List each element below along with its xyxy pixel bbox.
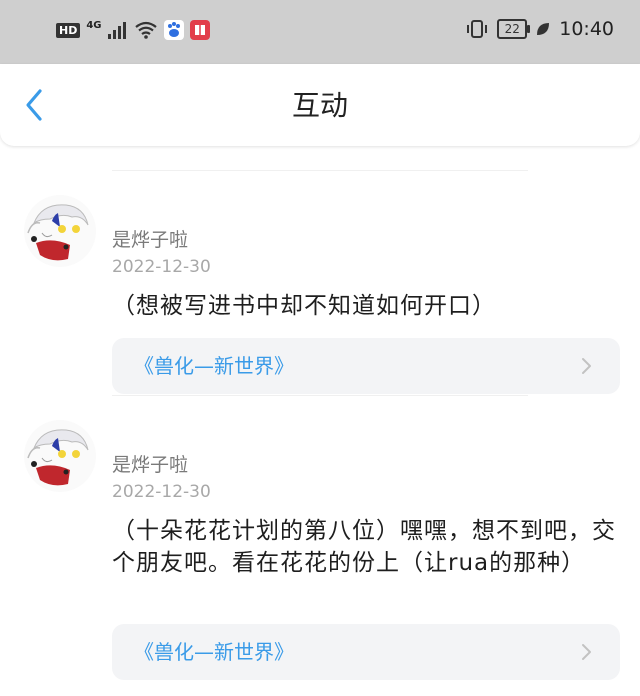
battery-icon: 22 <box>497 19 531 39</box>
interaction-feed: 是烨子啦 2022-12-30 （想被写进书中却不知道如何开口） 《兽化—新世界… <box>0 146 640 680</box>
post-content: （想被写进书中却不知道如何开口） <box>112 293 496 319</box>
post-item: 是烨子啦 2022-12-30 （想被写进书中却不知道如何开口） 《兽化—新世界… <box>0 171 640 395</box>
username[interactable]: 是烨子啦 <box>112 454 188 476</box>
signal-icon <box>107 22 126 39</box>
status-bar: HD 4G 22 10:40 <box>0 0 640 64</box>
page-title: 互动 <box>291 89 348 122</box>
book-title: 《兽化—新世界》 <box>134 640 294 664</box>
post-date: 2022-12-30 <box>112 482 211 502</box>
clock: 10:40 <box>559 18 614 40</box>
vibrate-icon <box>467 20 488 38</box>
book-link-card[interactable]: 《兽化—新世界》 <box>112 624 620 680</box>
network-type: 4G <box>86 20 102 31</box>
hd-icon: HD <box>56 22 81 38</box>
post-item: 是烨子啦 2022-12-30 （十朵花花计划的第八位）嘿嘿，想不到吧，交个朋友… <box>0 396 640 680</box>
book-title: 《兽化—新世界》 <box>134 354 294 378</box>
book-link-card[interactable]: 《兽化—新世界》 <box>112 338 620 394</box>
chevron-right-icon <box>582 644 591 660</box>
status-right: 22 10:40 <box>465 18 614 40</box>
username[interactable]: 是烨子啦 <box>112 229 188 251</box>
status-left: HD 4G <box>56 20 210 40</box>
user-avatar[interactable] <box>22 193 98 269</box>
post-date: 2022-12-30 <box>112 257 211 277</box>
wifi-icon <box>134 21 157 39</box>
chevron-right-icon <box>582 358 591 374</box>
app-header: 互动 <box>0 64 640 146</box>
leaf-icon <box>537 23 550 35</box>
book-app-icon <box>189 20 210 40</box>
user-avatar[interactable] <box>22 418 98 494</box>
post-content: （十朵花花计划的第八位）嘿嘿，想不到吧，交个朋友吧。看在花花的份上（让rua的那… <box>112 518 616 576</box>
baidu-app-icon <box>163 20 184 40</box>
